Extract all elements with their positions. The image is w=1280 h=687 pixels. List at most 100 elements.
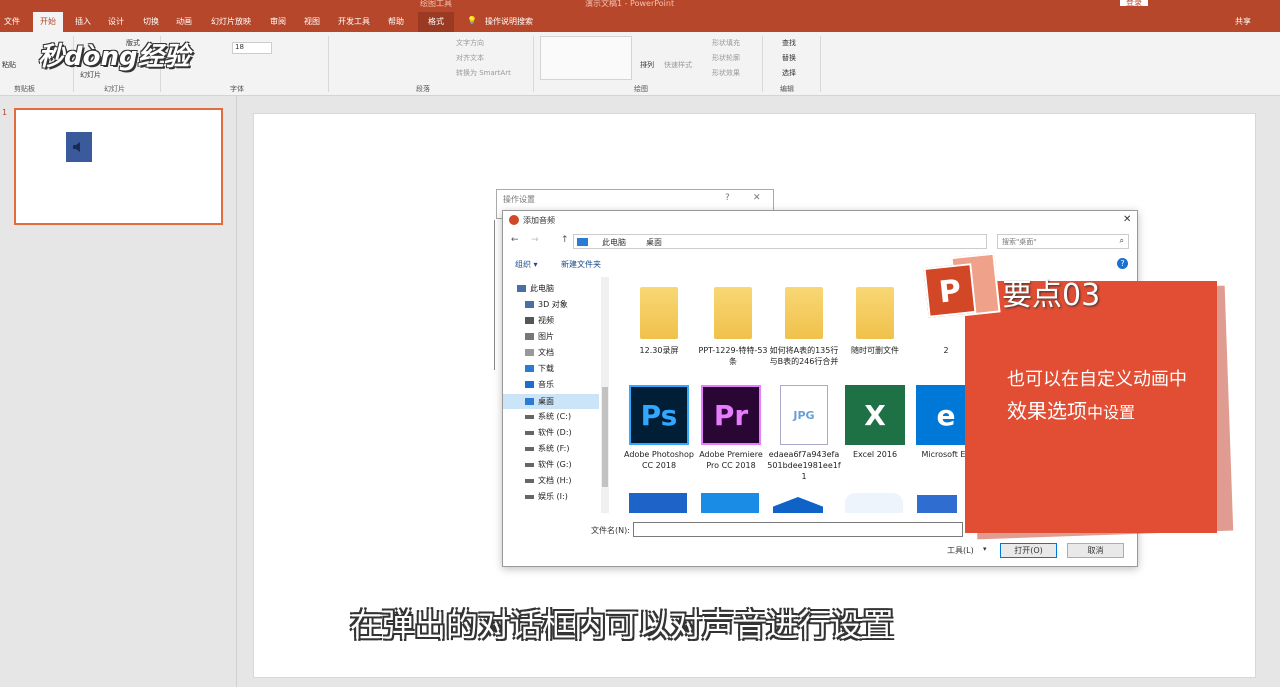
slide-thumbnail[interactable] — [14, 108, 223, 225]
smartart-button[interactable]: 转换为 SmartArt — [456, 68, 511, 78]
search-input[interactable]: 搜索"桌面" ⌕ — [997, 234, 1129, 249]
group-clipboard: 剪贴板 — [14, 85, 35, 93]
shape-fill-button[interactable]: 形状填充 — [712, 38, 740, 48]
login-button[interactable]: 登录 — [1120, 0, 1148, 7]
paste-button[interactable]: 粘贴 — [2, 60, 16, 70]
tab-home[interactable]: 开始 — [33, 12, 63, 32]
folder-icon — [856, 287, 894, 339]
nav-item[interactable]: 图片 — [525, 331, 554, 342]
nav-item[interactable]: 视频 — [525, 315, 554, 326]
excel-icon: X — [845, 385, 905, 445]
breadcrumb-item[interactable]: 此电脑 — [602, 237, 626, 248]
filename-label: 文件名(N): — [591, 526, 630, 535]
shapes-gallery[interactable] — [540, 36, 632, 80]
drive-icon — [525, 494, 534, 499]
picture-icon — [525, 333, 534, 340]
quick-styles-button[interactable]: 快速样式 — [664, 60, 692, 70]
font-size-select[interactable]: 18 — [232, 42, 272, 54]
tab-animations[interactable]: 动画 — [176, 16, 192, 27]
tab-view[interactable]: 视图 — [304, 16, 320, 27]
text-direction-button[interactable]: 文字方向 — [456, 38, 484, 48]
tab-file[interactable]: 文件 — [4, 16, 20, 27]
nav-item[interactable]: 下载 — [525, 363, 554, 374]
scroll-thumb[interactable] — [602, 387, 608, 487]
open-button[interactable]: 打开(O) — [1000, 543, 1057, 558]
tab-developer[interactable]: 开发工具 — [338, 16, 370, 27]
new-folder-button[interactable]: 新建文件夹 — [561, 259, 601, 270]
nav-item[interactable]: 此电脑 — [517, 283, 554, 294]
nav-item[interactable]: 软件 (G:) — [525, 459, 572, 470]
forward-icon[interactable]: → — [531, 235, 539, 245]
organize-button[interactable]: 组织 ▾ — [515, 259, 538, 270]
group-editing: 编辑 — [780, 85, 794, 93]
partial-icon — [845, 493, 903, 513]
nav-item[interactable]: 系统 (C:) — [525, 411, 571, 422]
cancel-button[interactable]: 取消 — [1067, 543, 1124, 558]
powerpoint-logo-icon: P — [922, 248, 1006, 332]
tab-transitions[interactable]: 切换 — [143, 16, 159, 27]
nav-item[interactable]: 娱乐 (I:) — [525, 491, 568, 502]
nav-scrollbar[interactable] — [601, 277, 609, 513]
breadcrumb-item[interactable]: 桌面 — [646, 237, 662, 248]
folder-item[interactable]: 12.30录屏 — [622, 287, 696, 356]
ppt-icon — [509, 215, 519, 225]
logo-square: P — [923, 263, 977, 318]
tab-slideshow[interactable]: 幻灯片放映 — [211, 16, 251, 27]
app-item[interactable]: X Excel 2016 — [838, 385, 912, 460]
tab-format[interactable]: 格式 — [418, 12, 454, 32]
speaker-icon — [66, 132, 92, 162]
download-icon — [525, 365, 534, 372]
folder-item[interactable]: PPT-1229-特特-53条 — [696, 287, 770, 367]
context-tool-label: 绘图工具 — [420, 0, 452, 8]
share-button[interactable]: 共享 — [1235, 16, 1251, 27]
chevron-down-icon[interactable]: ▾ — [983, 545, 987, 553]
tab-insert[interactable]: 插入 — [75, 16, 91, 27]
nav-item[interactable]: 文档 (H:) — [525, 475, 572, 486]
close-icon[interactable]: ✕ — [1123, 214, 1131, 225]
up-icon[interactable]: ↑ — [561, 235, 569, 245]
callout-line1: 也可以在自定义动画中 — [1007, 369, 1187, 390]
select-button[interactable]: 选择 — [782, 68, 796, 78]
divider — [762, 36, 763, 92]
address-bar[interactable]: 此电脑 桌面 — [573, 234, 987, 249]
arrange-button[interactable]: 排列 — [640, 60, 654, 70]
app-item[interactable]: Ps Adobe Photoshop CC 2018 — [622, 385, 696, 471]
nav-item[interactable]: 3D 对象 — [525, 299, 568, 310]
close-icon[interactable]: ✕ — [753, 193, 761, 203]
back-icon[interactable]: ← — [511, 235, 519, 245]
tools-button[interactable]: 工具(L) — [947, 545, 974, 556]
replace-button[interactable]: 替换 — [782, 53, 796, 63]
callout-title: 要点03 — [1002, 278, 1101, 313]
folder-item[interactable]: 如何将A表的135行与B表的246行合并 — [767, 287, 841, 367]
align-text-button[interactable]: 对齐文本 — [456, 53, 484, 63]
divider — [820, 36, 821, 92]
filename-input[interactable] — [633, 522, 963, 537]
music-icon — [525, 381, 534, 388]
find-button[interactable]: 查找 — [782, 38, 796, 48]
tab-design[interactable]: 设计 — [108, 16, 124, 27]
shape-outline-button[interactable]: 形状轮廓 — [712, 53, 740, 63]
drive-icon — [525, 430, 534, 435]
app-item[interactable]: Pr Adobe Premiere Pro CC 2018 — [694, 385, 768, 471]
video-icon — [525, 317, 534, 324]
nav-item[interactable]: 软件 (D:) — [525, 427, 572, 438]
nav-item[interactable]: 文档 — [525, 347, 554, 358]
folder-item[interactable]: 随时可删文件 — [838, 287, 912, 356]
tell-me-search[interactable]: 操作说明搜索 — [485, 16, 533, 27]
nav-item[interactable]: 系统 (F:) — [525, 443, 569, 454]
jpg-file-icon: JPG — [780, 385, 828, 445]
app-item[interactable]: JPG edaea6f7a943efa501bdee1981ee1f1 — [767, 385, 841, 482]
help-button[interactable]: ? — [725, 193, 730, 203]
premiere-icon: Pr — [701, 385, 761, 445]
tab-help[interactable]: 帮助 — [388, 16, 404, 27]
help-icon[interactable]: ? — [1117, 258, 1128, 269]
shape-effects-button[interactable]: 形状效果 — [712, 68, 740, 78]
dialog-title: 操作设置 — [503, 195, 535, 204]
lightbulb-icon: 💡 — [467, 16, 477, 25]
tab-review[interactable]: 审阅 — [270, 16, 286, 27]
pc-icon — [517, 285, 526, 292]
nav-item[interactable]: 音乐 — [525, 379, 554, 390]
nav-item-selected[interactable]: 桌面 — [503, 394, 599, 409]
watermark-logo: 秒dòng经验 — [38, 42, 190, 72]
ribbon-tabs: 文件 开始 插入 设计 切换 动画 幻灯片放映 审阅 视图 开发工具 帮助 格式… — [0, 12, 1280, 32]
